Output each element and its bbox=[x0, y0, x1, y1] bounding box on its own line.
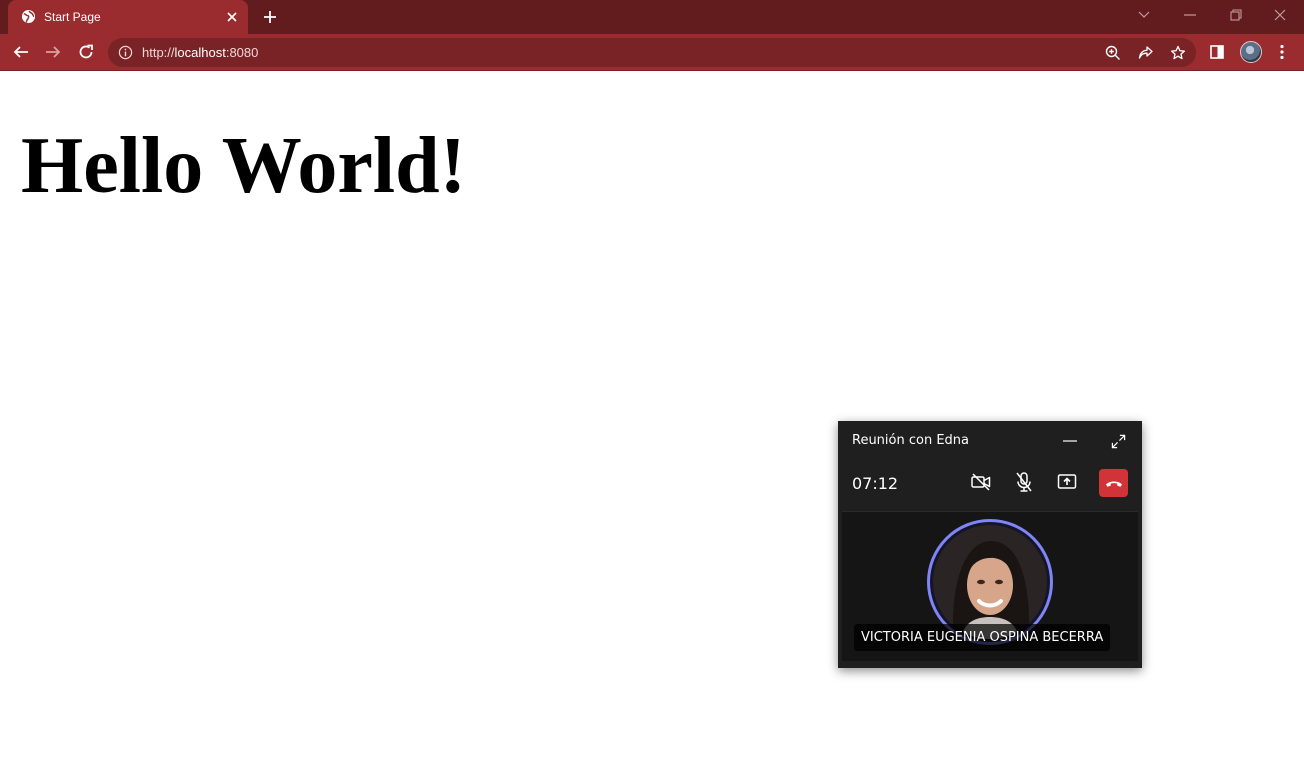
participant-name: VICTORIA EUGENIA OSPINA BECERRA bbox=[854, 624, 1111, 651]
zoom-icon[interactable] bbox=[1104, 44, 1122, 62]
share-screen-icon[interactable] bbox=[1054, 469, 1080, 495]
tab-title: Start Page bbox=[44, 10, 101, 24]
browser-toolbar: http://localhost:8080 bbox=[0, 34, 1304, 71]
url-text[interactable]: http://localhost:8080 bbox=[142, 45, 258, 60]
close-icon[interactable] bbox=[224, 9, 240, 25]
mic-off-icon[interactable] bbox=[1011, 469, 1037, 495]
url-host: localhost bbox=[174, 45, 226, 60]
kebab-menu-icon[interactable] bbox=[1271, 41, 1293, 63]
participant-photo bbox=[933, 525, 1047, 639]
arrow-left-icon[interactable] bbox=[10, 41, 32, 63]
plus-icon[interactable] bbox=[260, 7, 280, 27]
info-icon[interactable] bbox=[118, 45, 133, 60]
chevron-down-icon[interactable] bbox=[1133, 6, 1155, 24]
reload-icon[interactable] bbox=[75, 41, 97, 63]
browser-tab[interactable]: Start Page bbox=[8, 0, 248, 34]
phone-hangup-icon[interactable] bbox=[1099, 469, 1128, 497]
restore-icon[interactable] bbox=[1225, 6, 1247, 24]
page-heading: Hello World! bbox=[21, 122, 467, 210]
avatar[interactable] bbox=[1240, 41, 1262, 63]
participant-stage: VICTORIA EUGENIA OSPINA BECERRA bbox=[842, 511, 1138, 661]
arrow-right-icon[interactable] bbox=[42, 41, 64, 63]
minimize-call-button[interactable] bbox=[1060, 431, 1080, 451]
video-off-icon[interactable] bbox=[968, 469, 994, 495]
side-panel-icon[interactable] bbox=[1206, 41, 1228, 63]
globe-icon bbox=[21, 9, 36, 24]
call-window[interactable]: Reunión con Edna 07:12 VICTORIA EUGENIA … bbox=[838, 421, 1142, 668]
url-scheme: http:// bbox=[142, 45, 175, 60]
url-port: :8080 bbox=[225, 45, 259, 60]
window-close-icon[interactable] bbox=[1269, 6, 1291, 24]
expand-icon[interactable] bbox=[1108, 431, 1128, 451]
call-timer: 07:12 bbox=[852, 474, 899, 493]
browser-tabstrip: Start Page bbox=[0, 0, 1304, 34]
star-icon[interactable] bbox=[1169, 44, 1187, 62]
minimize-icon[interactable] bbox=[1179, 6, 1201, 24]
address-bar[interactable]: http://localhost:8080 bbox=[108, 38, 1196, 67]
call-title: Reunión con Edna bbox=[852, 433, 970, 448]
share-icon[interactable] bbox=[1137, 44, 1155, 62]
